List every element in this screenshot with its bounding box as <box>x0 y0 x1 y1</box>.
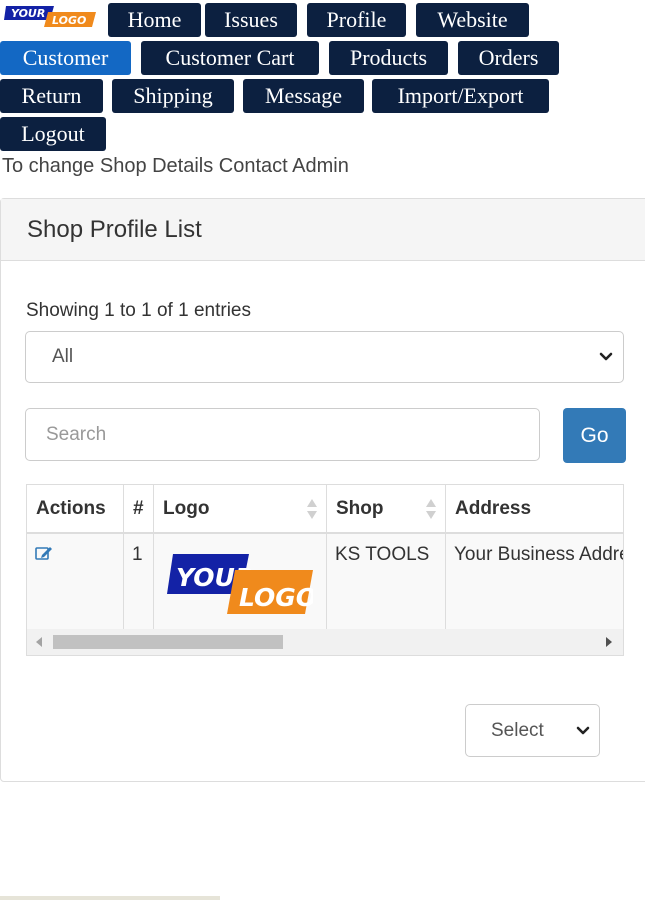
svg-text:LOGO: LOGO <box>239 583 313 612</box>
table-cell-actions <box>27 534 124 629</box>
row-index: 1 <box>132 544 143 565</box>
column-header-logo[interactable]: Logo <box>154 485 327 534</box>
divider <box>0 896 220 900</box>
table-cell-logo: YOUR LOGO <box>154 534 327 629</box>
chevron-down-icon <box>599 352 613 361</box>
go-button[interactable]: Go <box>563 408 626 463</box>
column-header-label: Shop <box>336 497 384 519</box>
nav-customer[interactable]: Customer <box>0 41 131 75</box>
edit-icon[interactable] <box>35 545 53 561</box>
column-header-label: Address <box>455 497 532 519</box>
shop-table: Actions # Logo Shop Address 1 YOUR LOGO <box>26 484 624 656</box>
table-cell-index: 1 <box>124 534 154 629</box>
column-header-label: Actions <box>36 497 106 519</box>
nav-products[interactable]: Products <box>329 41 448 75</box>
column-header-label: Logo <box>163 497 210 519</box>
nav-profile[interactable]: Profile <box>307 3 406 37</box>
sort-icon <box>426 499 436 519</box>
brand-logo[interactable]: YOUR LOGO <box>4 4 96 28</box>
svg-text:LOGO: LOGO <box>52 14 86 27</box>
column-header-number: # <box>124 485 154 534</box>
column-header-label: # <box>133 497 144 519</box>
nav-message[interactable]: Message <box>243 79 364 113</box>
length-select-value: All <box>52 346 74 367</box>
shop-address: Your Business Address <box>454 544 623 565</box>
horizontal-scrollbar[interactable] <box>27 629 623 655</box>
page-select-value: Select <box>491 719 544 741</box>
scroll-left-icon[interactable] <box>35 637 43 647</box>
page-select[interactable]: Select <box>465 704 600 757</box>
nav-issues[interactable]: Issues <box>205 3 297 37</box>
nav-import-export[interactable]: Import/Export <box>372 79 549 113</box>
chevron-down-icon <box>576 726 590 735</box>
length-select[interactable]: All <box>25 331 624 383</box>
shop-name: KS TOOLS <box>335 544 430 565</box>
scroll-right-icon[interactable] <box>605 637 613 647</box>
sort-icon <box>307 499 317 519</box>
panel-title: Shop Profile List <box>1 199 645 261</box>
column-header-actions: Actions <box>27 485 124 534</box>
nav-home[interactable]: Home <box>108 3 201 37</box>
table-cell-address: Your Business Address <box>446 534 623 629</box>
svg-text:YOUR: YOUR <box>11 7 45 20</box>
nav-logout[interactable]: Logout <box>0 117 106 151</box>
nav-orders[interactable]: Orders <box>458 41 559 75</box>
notice-text: To change Shop Details Contact Admin <box>2 155 349 177</box>
shop-logo: YOUR LOGO <box>167 554 313 614</box>
scrollbar-thumb[interactable] <box>53 635 283 649</box>
nav-shipping[interactable]: Shipping <box>112 79 234 113</box>
nav-return[interactable]: Return <box>0 79 103 113</box>
column-header-address[interactable]: Address <box>446 485 623 534</box>
nav-customer-cart[interactable]: Customer Cart <box>141 41 319 75</box>
column-header-shop[interactable]: Shop <box>327 485 446 534</box>
entries-info: Showing 1 to 1 of 1 entries <box>26 300 251 321</box>
search-input[interactable] <box>25 408 540 461</box>
table-cell-shop: KS TOOLS <box>327 534 446 629</box>
nav-website[interactable]: Website <box>416 3 529 37</box>
